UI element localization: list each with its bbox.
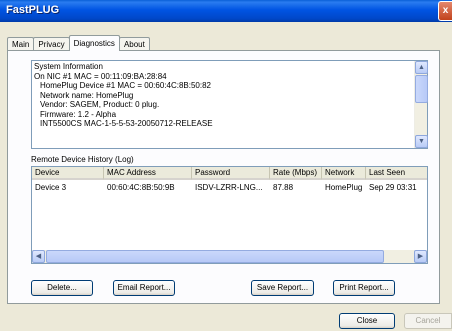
cell-mac: 00:60:4C:8B:50:9B	[107, 183, 175, 192]
list-horizontal-scrollbar[interactable]: ◀ ▶	[32, 250, 427, 263]
column-header-rate[interactable]: Rate (Mbps)	[270, 167, 322, 180]
scroll-thumb[interactable]	[46, 250, 384, 263]
system-info-label: System Information	[34, 62, 103, 71]
cell-password: ISDV-LZRR-LNG...	[195, 183, 263, 192]
column-header-device[interactable]: Device	[32, 167, 104, 180]
column-header-network[interactable]: Network	[322, 167, 366, 180]
system-info-line: Firmware: 1.2 - Alpha	[40, 109, 117, 119]
window-title: FastPLUG	[6, 4, 60, 16]
cell-rate: 87.88	[273, 183, 294, 192]
history-label: Remote Device History (Log)	[31, 155, 134, 164]
system-info-line: Network name: HomePlug	[40, 90, 134, 100]
tab-main[interactable]: Main	[7, 37, 35, 51]
device-history-list[interactable]: Device MAC Address Password Rate (Mbps) …	[31, 166, 428, 264]
scroll-down-icon[interactable]: ▼	[415, 135, 428, 148]
list-header: Device MAC Address Password Rate (Mbps) …	[32, 167, 427, 180]
system-info-box[interactable]: System Information On NIC #1 MAC = 00:11…	[31, 60, 428, 149]
system-info-line: Vendor: SAGEM, Product: 0 plug.	[40, 100, 160, 109]
scroll-thumb[interactable]	[415, 75, 428, 103]
tab-about[interactable]: About	[118, 37, 150, 51]
column-header-last-seen[interactable]: Last Seen	[366, 167, 427, 180]
system-info-scrollbar[interactable]: ▲ ▼	[414, 61, 428, 148]
tab-privacy[interactable]: Privacy	[33, 37, 70, 51]
cell-device: Device 3	[35, 183, 67, 192]
tab-bar: Main Privacy Diagnostics About	[7, 35, 150, 51]
tab-diagnostics[interactable]: Diagnostics	[68, 35, 120, 51]
column-header-password[interactable]: Password	[192, 167, 270, 180]
print-report-button[interactable]: Print Report...	[333, 280, 395, 296]
close-icon[interactable]: x	[438, 1, 452, 21]
system-info-line: On NIC #1 MAC = 00:11:09:BA:28:84	[34, 71, 167, 81]
delete-button[interactable]: Delete...	[31, 280, 93, 296]
table-row[interactable]: Device 3 00:60:4C:8B:50:9B ISDV-LZRR-LNG…	[32, 182, 427, 194]
system-info-line: INT5500CS MAC-1-5-5-53-20050712-RELEASE	[40, 119, 213, 128]
column-header-mac[interactable]: MAC Address	[104, 167, 192, 180]
scroll-left-icon[interactable]: ◀	[32, 250, 45, 263]
scroll-up-icon[interactable]: ▲	[415, 61, 428, 74]
system-info-line: HomePlug Device #1 MAC = 00:60:4C:8B:50:…	[40, 81, 211, 90]
cell-last-seen: Sep 29 03:31	[369, 183, 417, 192]
save-report-button[interactable]: Save Report...	[251, 280, 314, 296]
email-report-button[interactable]: Email Report...	[113, 280, 175, 296]
system-info-text: System Information On NIC #1 MAC = 00:11…	[34, 62, 213, 129]
close-button[interactable]: Close	[339, 313, 395, 329]
cancel-button[interactable]: Cancel	[404, 313, 452, 329]
scroll-right-icon[interactable]: ▶	[414, 250, 427, 263]
title-bar[interactable]: FastPLUG x	[0, 0, 452, 22]
cell-network: HomePlug	[325, 183, 363, 192]
